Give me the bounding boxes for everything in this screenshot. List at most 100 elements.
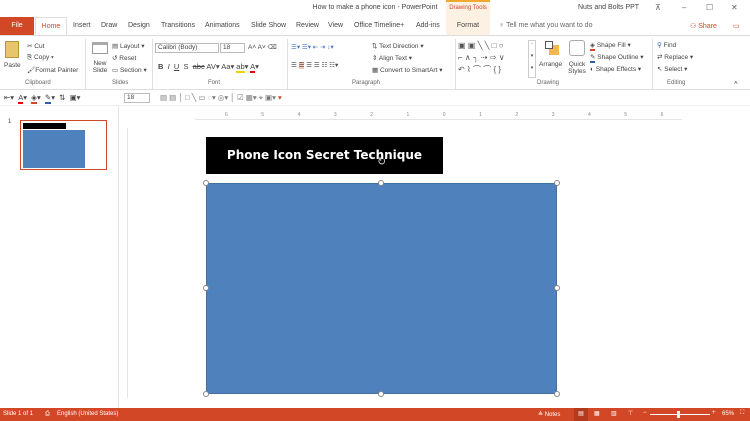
zoom-level[interactable]: 65% (722, 411, 734, 417)
resize-handle[interactable] (203, 180, 209, 186)
paste-icon[interactable] (5, 41, 19, 58)
resize-handle[interactable] (203, 285, 209, 291)
fit-to-window-icon[interactable]: ⛶ (740, 410, 744, 417)
rotate-handle-icon[interactable]: ↻ (377, 155, 386, 168)
divider (85, 39, 86, 89)
convert-smartart-label: Convert to SmartArt (379, 67, 438, 74)
layout-button[interactable]: ▤ Layout ▾ (112, 42, 145, 50)
horizontal-ruler: 6 5 4 3 2 1 0 1 2 3 4 5 6 (195, 110, 682, 120)
arrange-icon[interactable] (545, 41, 559, 55)
align-text-button[interactable]: ⇕ Align Text ▾ (372, 54, 412, 62)
text-direction-button[interactable]: ⇅ Text Direction ▾ (372, 42, 424, 50)
search-icon: ⚲ (657, 42, 662, 49)
language[interactable]: English (United States) (57, 411, 118, 417)
spell-check-icon[interactable]: ⎙ (45, 411, 50, 418)
normal-view-icon[interactable]: ▤ (574, 408, 588, 421)
new-slide-button[interactable]: New Slide (90, 60, 110, 74)
tab-view[interactable]: View (328, 17, 343, 35)
pane-divider (118, 106, 119, 408)
resize-handle[interactable] (554, 285, 560, 291)
arrange-button[interactable]: Arrange (539, 61, 562, 68)
alignment-buttons[interactable]: ☰ ☰ ☰ ☰ ☷ ☷▾ (291, 61, 338, 69)
share-label: Share (698, 23, 717, 30)
font-size-select[interactable]: 18 (220, 43, 245, 53)
zoom-slider-thumb[interactable] (677, 411, 681, 418)
cut-button[interactable]: ✂ Cut (27, 42, 44, 50)
resize-handle[interactable] (554, 180, 560, 186)
format-painter-button[interactable]: 🖌Format Painter (27, 66, 78, 74)
ruler-label: 1 (479, 112, 482, 118)
editing-group-label: Editing (667, 80, 686, 86)
section-button[interactable]: ▭ Section ▾ (112, 66, 147, 74)
quick-format-buttons[interactable]: ⇤▾ A▾ ◈▾ ✎▾ ⇅ ▣▾ (4, 93, 80, 104)
resize-handle[interactable] (378, 391, 384, 397)
reset-button[interactable]: ↺ Reset (112, 54, 136, 62)
tab-animations[interactable]: Animations (205, 17, 240, 35)
slide-thumbnail-1[interactable] (20, 120, 107, 170)
quick-insert-buttons[interactable]: ▤ ▤ │ □ ╲ ▭ ◌▾ ◎▾ │ ☑ ▦▾ ⌖ ▣▾ ▾ (160, 93, 282, 103)
select-button[interactable]: ↖ Select ▾ (657, 65, 687, 73)
tab-file[interactable]: File (0, 17, 34, 35)
font-group-label: Font (208, 80, 221, 86)
tab-review[interactable]: Review (296, 17, 319, 35)
clipboard-group-label: Clipboard (25, 80, 51, 86)
slide-sorter-icon[interactable]: ▦ (594, 410, 600, 417)
tab-home[interactable]: Home (35, 17, 67, 35)
shape-outline-button[interactable]: ✎ Shape Outline ▾ (590, 53, 644, 63)
quick-format-toolbar: ⇤▾ A▾ ◈▾ ✎▾ ⇅ ▣▾ 18 ▤ ▤ │ □ ╲ ▭ ◌▾ ◎▾ │ … (0, 90, 750, 106)
tab-add-ins[interactable]: Add-ins (416, 17, 440, 35)
comments-icon[interactable]: ▭ (733, 17, 740, 35)
user-name[interactable]: Nuts and Bolts PPT (578, 4, 639, 11)
resize-handle[interactable] (378, 180, 384, 186)
resize-handle[interactable] (203, 391, 209, 397)
shape-effects-button[interactable]: ◐ Shape Effects ▾ (590, 65, 641, 73)
shape-fill-button[interactable]: ◈ Shape Fill ▾ (590, 41, 631, 51)
quick-styles-button[interactable]: Quick Styles (566, 61, 588, 75)
collapse-ribbon-icon[interactable]: ˄ (734, 80, 738, 87)
close-button[interactable]: ✕ (731, 3, 738, 12)
notes-button[interactable]: ≙ Notes (538, 411, 560, 418)
copy-button[interactable]: ⎘ Copy ▾ (27, 54, 54, 62)
minimize-button[interactable]: – (682, 3, 686, 12)
tab-slide-show[interactable]: Slide Show (251, 17, 286, 35)
paste-button[interactable]: Paste (4, 62, 21, 69)
convert-smartart-button[interactable]: ▦ Convert to SmartArt ▾ (372, 66, 442, 74)
list-buttons[interactable]: ☰▾ ☰▾ ⇤ ⇥ ↕▾ (291, 43, 334, 51)
find-button[interactable]: ⚲ Find (657, 41, 676, 49)
share-button[interactable]: ⚇ Share (690, 17, 717, 35)
ruler-label: 3 (333, 112, 337, 118)
zoom-out-button[interactable]: − (643, 410, 647, 416)
font-format-buttons[interactable]: B I U S abc AV▾ Aa▾ ab▾ A▾ (158, 62, 259, 73)
reset-label: Reset (119, 55, 137, 62)
tab-format[interactable]: Format (446, 17, 490, 35)
zoom-in-button[interactable]: + (712, 410, 716, 416)
tab-office-timeline[interactable]: Office Timeline+ (354, 17, 404, 35)
new-slide-icon[interactable] (92, 42, 108, 54)
tell-me-search[interactable]: ♀ Tell me what you want to do (499, 17, 592, 35)
text-direction-label: Text Direction (379, 43, 419, 50)
divider (652, 39, 653, 89)
format-painter-label: Format Painter (35, 67, 79, 74)
reading-view-icon[interactable]: ▥ (611, 410, 617, 417)
divider (152, 39, 153, 89)
shapes-gallery[interactable]: ▣ ▣ ╲ ╲ □ ○ ⌐ ∧ ┐ ⇢ ⇨ ∨ ↶ ⌇ ⌒ ⌒ { } (458, 40, 538, 78)
resize-handle[interactable] (554, 391, 560, 397)
tab-draw[interactable]: Draw (101, 17, 117, 35)
find-label: Find (663, 42, 677, 49)
tab-design[interactable]: Design (128, 17, 150, 35)
replace-button[interactable]: ⇄ Replace ▾ (657, 53, 693, 61)
paint-bucket-icon: ◈ (590, 42, 595, 51)
shapes-gallery-scroll[interactable]: - ▾ ▾ (528, 40, 536, 78)
quick-font-size-select[interactable]: 18 (124, 93, 150, 103)
quick-styles-icon[interactable] (569, 40, 585, 56)
font-name-select[interactable]: Calibri (Body) (155, 43, 219, 53)
selected-rectangle-shape[interactable] (206, 183, 557, 394)
slideshow-icon[interactable]: ⊤ (628, 410, 633, 417)
tab-transitions[interactable]: Transitions (161, 17, 195, 35)
slide-title[interactable]: Phone Icon Secret Technique (206, 137, 443, 174)
font-size-grow-shrink[interactable]: A˄ A˅ ⌫ (248, 43, 277, 51)
drawing-group-label: Drawing (537, 80, 560, 86)
tab-insert[interactable]: Insert (73, 17, 91, 35)
ribbon-display-icon[interactable]: ⊼ (655, 3, 661, 12)
maximize-button[interactable]: ☐ (706, 3, 713, 12)
